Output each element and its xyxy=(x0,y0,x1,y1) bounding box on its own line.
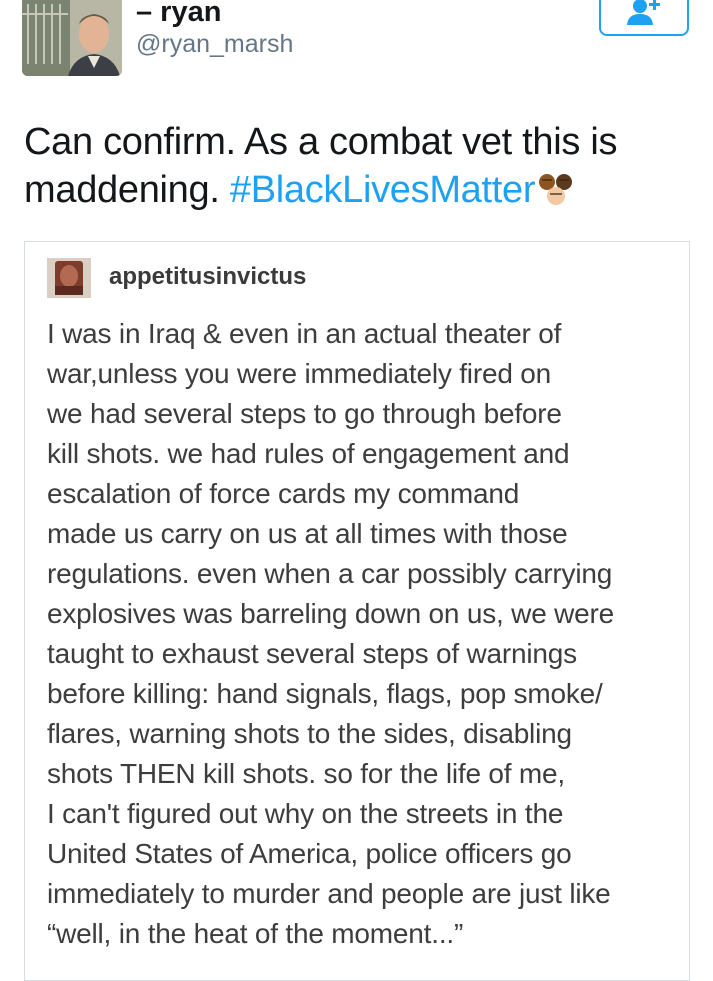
quoted-post-line: immediately to murder and people are jus… xyxy=(47,878,611,909)
hashtag-link[interactable]: #BlackLivesMatter xyxy=(230,169,536,211)
quoted-post-line: explosives was barreling down on us, we … xyxy=(47,598,615,629)
quoted-post-line: shots THEN kill shots. so for the life o… xyxy=(47,758,566,789)
author-avatar[interactable] xyxy=(22,0,122,76)
quoted-post-line: I was in Iraq & even in an actual theate… xyxy=(47,318,562,349)
quoted-post-line: taught to exhaust several steps of warni… xyxy=(47,638,577,669)
quoted-post-avatar[interactable] xyxy=(47,258,91,298)
quoted-post-line: we had several steps to go through befor… xyxy=(47,398,562,429)
quoted-post-line: before killing: hand signals, flags, pop… xyxy=(47,678,603,709)
quoted-post-line: regulations. even when a car possibly ca… xyxy=(47,558,613,589)
quoted-post-line: “well, in the heat of the moment...” xyxy=(47,918,464,949)
quoted-post-line: war,unless you were immediately fired on xyxy=(47,358,552,389)
quoted-post-line: escalation of force cards my command xyxy=(47,478,520,509)
quoted-post-line: kill shots. we had rules of engagement a… xyxy=(47,438,570,469)
quoted-post-line: United States of America, police officer… xyxy=(47,838,572,869)
author-display-name[interactable]: – ryan xyxy=(136,0,221,30)
tweet-text: Can confirm. As a combat vet this is mad… xyxy=(24,118,694,220)
quoted-post-line: flares, warning shots to the sides, disa… xyxy=(47,718,572,749)
quoted-post-username[interactable]: appetitusinvictus xyxy=(109,262,306,292)
quoted-post-line: I can't figured out why on the streets i… xyxy=(47,798,564,829)
follow-user-plus-icon xyxy=(625,0,663,30)
quoted-post-body: I was in Iraq & even in an actual theate… xyxy=(47,314,687,954)
quoted-post-card[interactable]: appetitusinvictus I was in Iraq & even i… xyxy=(24,241,690,981)
author-handle[interactable]: @ryan_marsh xyxy=(136,28,293,60)
quoted-post-line: made us carry on us at all times with th… xyxy=(47,518,568,549)
raised-fists-emoji-icon xyxy=(537,172,577,220)
follow-button[interactable] xyxy=(599,0,689,36)
